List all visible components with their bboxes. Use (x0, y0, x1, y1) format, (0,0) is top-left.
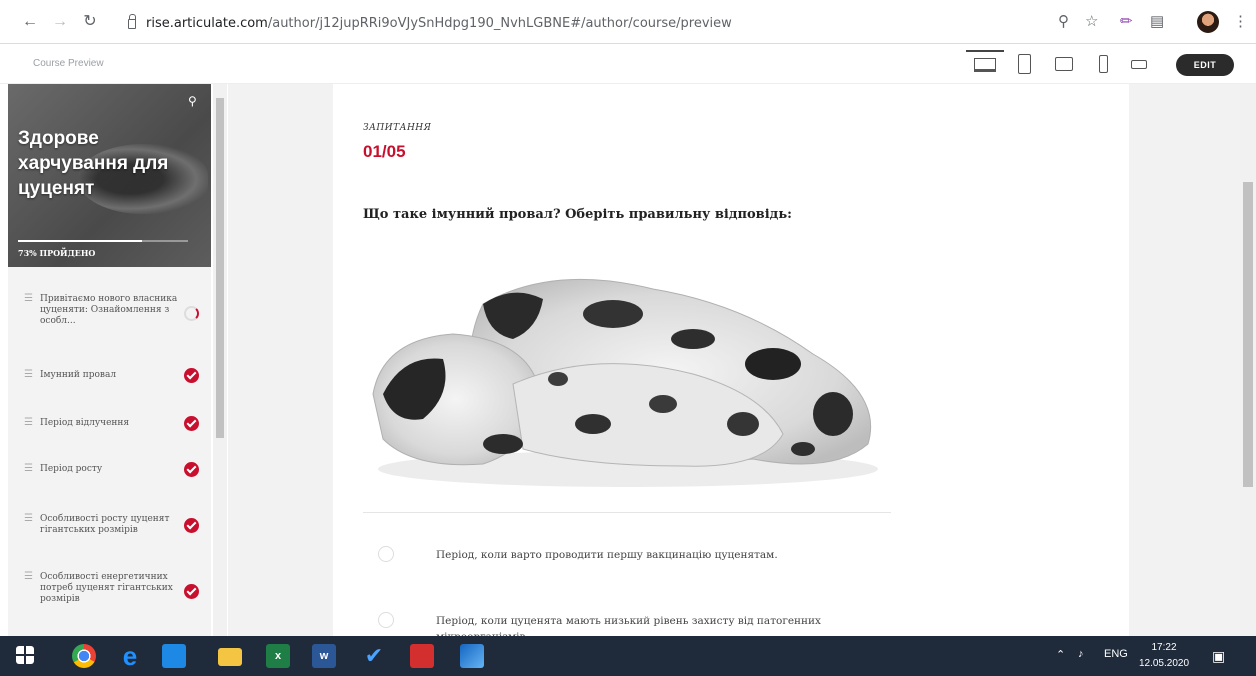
tablet-portrait-button[interactable] (1010, 50, 1038, 78)
scrollbar-thumb[interactable] (216, 98, 224, 438)
browser-toolbar: ← → ↻ rise.articulate.com/author/j12jupR… (0, 0, 1256, 44)
bookmark-star-icon[interactable]: ☆ (1085, 12, 1098, 30)
lesson-label: Період відлучення (40, 418, 130, 428)
question-text: Що таке імунний провал? Оберіть правильн… (363, 207, 792, 222)
question-kicker: ЗАПИТАННЯ (363, 123, 432, 133)
course-sidebar: ⚲ Здорове харчування для цуценят 73% ПРО… (8, 84, 211, 636)
lesson-label: Особливості енергетичних потреб цуценят … (40, 572, 173, 604)
windows-taskbar: e x w ✔ ⌃ ♪ ENG 17:22 12.05.2020 ▣ (0, 636, 1256, 676)
progress-label: 73% ПРОЙДЕНО (18, 248, 96, 258)
taskbar-clock[interactable]: 17:22 12.05.2020 (1138, 640, 1190, 672)
desktop-icon (974, 58, 996, 72)
tablet-landscape-button[interactable] (1049, 50, 1079, 78)
clock-time: 17:22 (1151, 642, 1177, 653)
clock-date: 12.05.2020 (1138, 658, 1190, 669)
sidebar-scrollbar[interactable] (213, 84, 227, 636)
lesson-lines-icon: ☰ (24, 417, 33, 428)
photos-app-icon[interactable] (460, 644, 484, 668)
lesson-label: Імунний провал (40, 370, 117, 380)
phone-landscape-icon (1131, 59, 1147, 69)
question-counter: 01/05 (363, 142, 406, 161)
search-icon[interactable]: ⚲ (188, 94, 197, 108)
sleeping-puppies-image (372, 278, 878, 487)
preview-toolbar: Course Preview EDIT (0, 44, 1256, 84)
scrollbar-thumb[interactable] (1243, 182, 1253, 487)
course-header: ⚲ Здорове харчування для цуценят 73% ПРО… (8, 84, 211, 267)
preview-label: Course Preview (33, 58, 104, 69)
divider (363, 512, 891, 513)
url-host: rise.articulate.com (146, 16, 268, 31)
lesson-label: Особливості росту цуценят гігантських ро… (40, 514, 170, 535)
phone-portrait-icon (1098, 55, 1108, 73)
answer-radio[interactable] (378, 546, 394, 562)
answer-radio[interactable] (378, 612, 394, 628)
progress-bar (18, 240, 188, 242)
reload-icon[interactable]: ↻ (80, 12, 100, 32)
answer-label: Період, коли цуценята мають низький ріве… (436, 615, 821, 636)
lesson-lines-icon: ☰ (24, 513, 33, 524)
excel-app-icon[interactable]: x (266, 644, 290, 668)
todo-app-icon[interactable]: ✔ (362, 644, 386, 668)
chrome-app-icon[interactable] (72, 644, 96, 668)
complete-check-icon (184, 584, 199, 599)
windows-start-icon[interactable] (16, 646, 34, 664)
back-icon[interactable]: ← (20, 12, 40, 32)
lesson-lines-icon: ☰ (24, 293, 33, 304)
extension-icon[interactable]: ▤ (1150, 12, 1164, 30)
complete-check-icon (184, 416, 199, 431)
zoom-icon[interactable]: ⚲ (1058, 12, 1069, 30)
pen-extension-icon[interactable]: ✏ (1120, 12, 1133, 30)
answer-label: Період, коли варто проводити першу вакци… (436, 549, 778, 561)
phone-landscape-button[interactable] (1126, 50, 1152, 78)
tray-chevron-icon[interactable]: ⌃ (1056, 648, 1065, 661)
complete-check-icon (184, 518, 199, 533)
desktop-view-button[interactable] (966, 50, 1004, 78)
phone-portrait-button[interactable] (1090, 50, 1116, 78)
url-path: /author/j12jupRRi9oVJySnHdpg190_NvhLGBNE… (267, 16, 732, 31)
in-progress-icon (184, 306, 199, 321)
content-scrollbar[interactable] (1240, 84, 1256, 636)
lesson-content: ЗАПИТАННЯ 01/05 Що таке імунний провал? … (228, 84, 1240, 636)
course-title: Здорове харчування для цуценят (18, 128, 169, 199)
progress-fill (18, 240, 143, 242)
lesson-lines-icon: ☰ (24, 571, 33, 582)
lesson-lines-icon: ☰ (24, 463, 33, 474)
lesson-lines-icon: ☰ (24, 369, 33, 380)
volume-icon[interactable]: ♪ (1078, 648, 1084, 660)
language-indicator[interactable]: ENG (1104, 648, 1128, 660)
notifications-icon[interactable]: ▣ (1212, 648, 1225, 665)
app-icon[interactable] (162, 644, 186, 668)
menu-kebab-icon[interactable]: ⋮ (1233, 12, 1248, 30)
profile-avatar[interactable] (1197, 11, 1219, 33)
lesson-label: Період росту (40, 464, 103, 474)
lesson-label: Привітаємо нового власника цуценяти: Озн… (40, 294, 178, 326)
complete-check-icon (184, 368, 199, 383)
edit-button[interactable]: EDIT (1176, 54, 1234, 76)
pdf-app-icon[interactable] (410, 644, 434, 668)
word-app-icon[interactable]: w (312, 644, 336, 668)
tablet-portrait-icon (1017, 54, 1031, 74)
forward-icon[interactable]: → (50, 12, 70, 32)
complete-check-icon (184, 462, 199, 477)
file-explorer-icon[interactable] (218, 648, 242, 666)
lock-icon (128, 14, 136, 29)
edge-app-icon[interactable]: e (118, 643, 142, 669)
tablet-landscape-icon (1055, 57, 1073, 71)
address-bar[interactable]: rise.articulate.com/author/j12jupRRi9oVJ… (114, 11, 1086, 37)
